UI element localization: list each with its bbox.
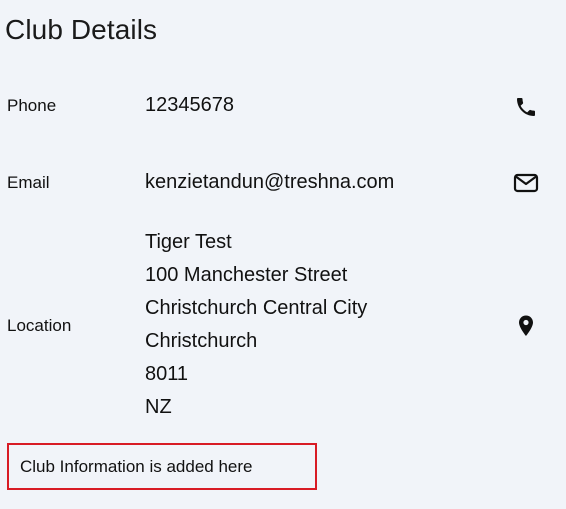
phone-label: Phone: [7, 96, 57, 115]
phone-icon[interactable]: [513, 94, 539, 120]
club-info-box: Club Information is added here: [7, 443, 317, 490]
address-line: 100 Manchester Street: [145, 264, 348, 286]
page-title: Club Details: [5, 14, 158, 45]
address-line: Tiger Test: [145, 231, 232, 253]
mail-icon[interactable]: [513, 170, 539, 196]
address-line: NZ: [145, 396, 172, 418]
email-label: Email: [7, 173, 50, 192]
address-line: 8011: [145, 363, 189, 385]
location-address: Tiger Test 100 Manchester Street Christc…: [145, 226, 367, 424]
phone-value: 12345678: [145, 94, 234, 116]
address-line: Christchurch: [145, 330, 258, 352]
email-value: kenzietandun@treshna.com: [145, 171, 395, 193]
club-info-text: Club Information is added here: [20, 456, 253, 476]
location-label: Location: [7, 316, 72, 335]
map-pin-icon[interactable]: [513, 313, 539, 339]
address-line: Christchurch Central City: [145, 297, 368, 319]
